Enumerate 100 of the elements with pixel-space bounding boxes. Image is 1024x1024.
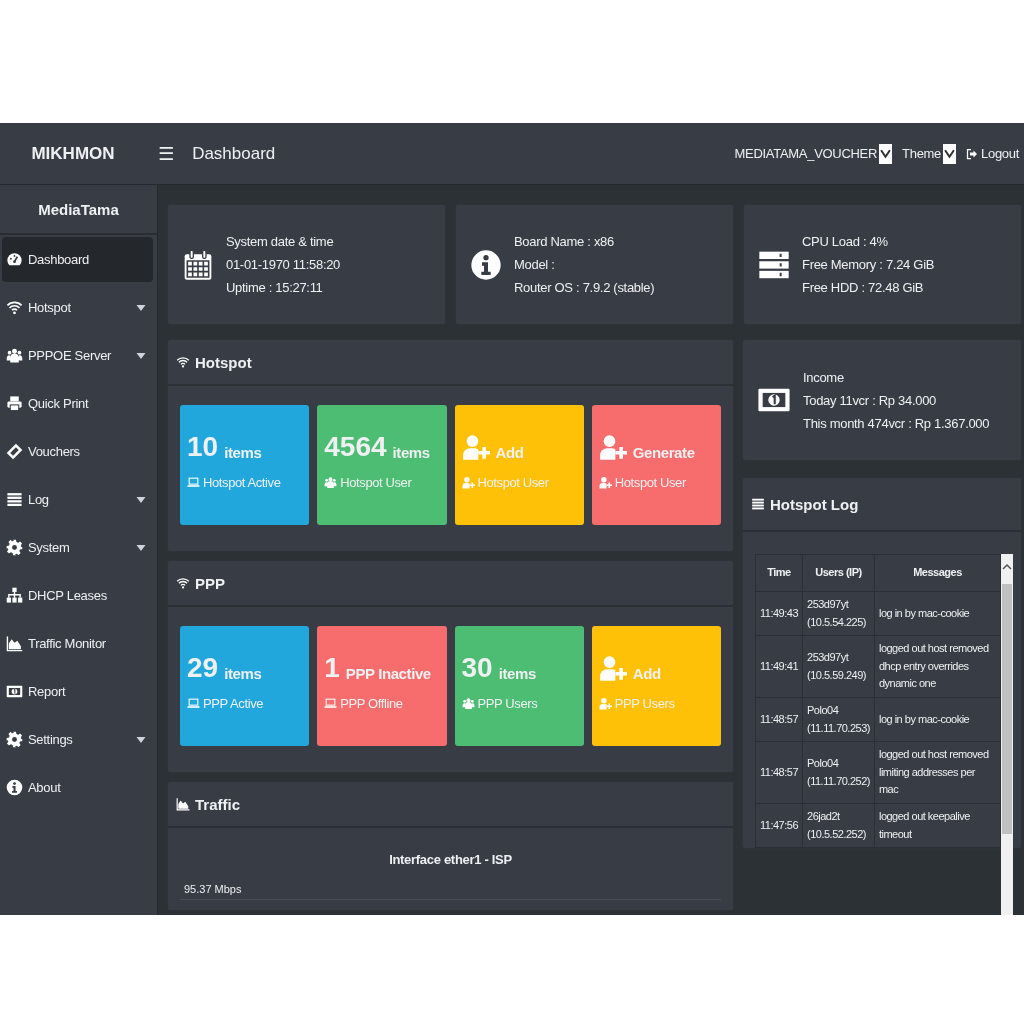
tile-title: PPP Inactive [345, 665, 431, 682]
wifi-icon [176, 576, 190, 590]
user-plus-icon [598, 433, 627, 461]
info-text: Uptime : 15:27:11 [226, 280, 324, 295]
logout-icon [966, 147, 979, 160]
info-text: Router OS : 7.9.2 (stable) [514, 280, 655, 295]
info-text: Free HDD : 72.48 GiB [802, 280, 925, 295]
banknote-icon [6, 683, 23, 700]
info-text: Model : [514, 257, 556, 272]
page-title: Dashboard [192, 143, 276, 164]
info-text: Free Memory : 7.24 GiB [802, 257, 935, 272]
wifi-icon [176, 355, 190, 369]
sidebar-item[interactable]: Log [2, 477, 153, 522]
user-plus-icon [461, 476, 475, 489]
area-chart-icon [176, 797, 190, 811]
wifi-icon [6, 299, 23, 316]
tile-count: 29 [187, 654, 219, 682]
sidebar-item[interactable]: About [2, 765, 153, 810]
theme-select[interactable]: Theme [902, 143, 957, 164]
laptop-icon [324, 697, 338, 710]
tile-label: PPP Users [614, 696, 675, 711]
sidebar-item[interactable]: Settings [2, 717, 153, 762]
table-cell: 26jad2t (10.5.52.252) [802, 803, 875, 848]
tile-title: items [224, 665, 262, 682]
column-header: Messages [874, 554, 1001, 592]
table-cell: 11:47:56 [755, 803, 803, 848]
table-cell: log in by mac-cookie [874, 591, 1001, 636]
printer-icon [6, 395, 23, 412]
gear-icon [6, 539, 23, 556]
users-icon [6, 347, 23, 364]
laptop-icon [187, 476, 200, 489]
tile-count: 10 [187, 433, 219, 461]
user-plus-icon [598, 476, 612, 489]
menu-button[interactable]: ☰ [154, 143, 179, 164]
tile-count: 1 [324, 654, 340, 682]
table-cell: 11:48:57 [755, 697, 803, 742]
list-icon [751, 497, 765, 511]
table-cell: 11:48:57 [755, 741, 803, 804]
gear-icon [6, 731, 23, 748]
table-cell: 11:49:43 [755, 591, 803, 636]
sidebar-item[interactable]: Traffic Monitor [2, 621, 153, 666]
sitemap-icon [6, 587, 23, 604]
tile-label: Hotspot User [340, 475, 412, 490]
tile-title: Generate [632, 444, 695, 461]
table-cell: Polo04 (11.11.70.253) [802, 697, 875, 742]
tile-label: PPP Active [203, 696, 264, 711]
user-plus-icon [461, 433, 490, 461]
chart-title: Interface ether1 - ISP [388, 852, 513, 867]
users-icon [324, 476, 338, 489]
sidebar-item[interactable]: Report [2, 669, 153, 714]
scrollbar[interactable] [1001, 554, 1013, 915]
area-chart-icon [6, 635, 23, 652]
panel-title: PPP [195, 574, 225, 592]
sidebar-title: MediaTama [0, 185, 157, 235]
panel-title: Hotspot Log [770, 495, 859, 513]
table-cell: logged out host removed limiting addresses per mac [874, 741, 1001, 804]
tile-label: PPP Users [477, 696, 538, 711]
table-cell: 11:49:41 [755, 635, 803, 698]
axis-label: 95.37 Mbps [184, 883, 242, 895]
sidebar-item[interactable]: System [2, 525, 153, 570]
sidebar-item[interactable]: DHCP Leases [2, 573, 153, 618]
income-text: This month 474vcr : Rp 1.367.000 [803, 415, 990, 431]
list-icon [6, 491, 23, 508]
column-header: Users (IP) [802, 554, 875, 592]
table-cell: logged out keepalive timeout [874, 803, 1001, 848]
tile-label: Hotspot User [477, 475, 549, 490]
info-text: System date & time [226, 234, 335, 249]
income-text: Income [803, 369, 845, 385]
sidebar-item[interactable]: Dashboard [2, 237, 153, 282]
user-plus-icon [598, 654, 627, 682]
laptop-icon [187, 697, 200, 710]
info-icon [470, 248, 502, 281]
session-select[interactable]: MEDIATAMA_VOUCHER [734, 143, 893, 164]
tile-label: PPP Offline [340, 696, 403, 711]
user-plus-icon [598, 697, 612, 710]
tile-title: items [224, 444, 262, 461]
sidebar-item[interactable]: Quick Print [2, 381, 153, 426]
tile-title: items [392, 444, 430, 461]
tile-label: Hotspot User [614, 475, 686, 490]
table-cell: Polo04 (11.11.70.252) [802, 741, 875, 804]
calendar-icon [182, 248, 214, 281]
sidebar-item[interactable]: Vouchers [2, 429, 153, 474]
tile-label: Hotspot Active [203, 475, 281, 490]
tile-title: Add [632, 665, 661, 682]
dashboard-gauge-icon [6, 251, 23, 268]
tile-title: items [498, 665, 536, 682]
income-text: Today 11vcr : Rp 34.000 [803, 392, 938, 408]
logout-link[interactable]: Logout [966, 146, 1019, 161]
tile-count: 30 [461, 654, 493, 682]
tile-title: Add [495, 444, 524, 461]
table-cell: logged out host removed dhcp entry overrides dynamic one [874, 635, 1001, 698]
ticket-icon [6, 443, 23, 460]
info-text: 01-01-1970 11:58:20 [226, 257, 341, 272]
panel-title: Hotspot [195, 353, 252, 371]
table-cell: 253d97yt (10.5.59.249) [802, 635, 875, 698]
column-header: Time [755, 554, 803, 592]
sidebar-item[interactable]: PPPOE Server [2, 333, 153, 378]
info-icon [6, 779, 23, 796]
sidebar-item[interactable]: Hotspot [2, 285, 153, 330]
table-cell: 253d97yt (10.5.54.225) [802, 591, 875, 636]
